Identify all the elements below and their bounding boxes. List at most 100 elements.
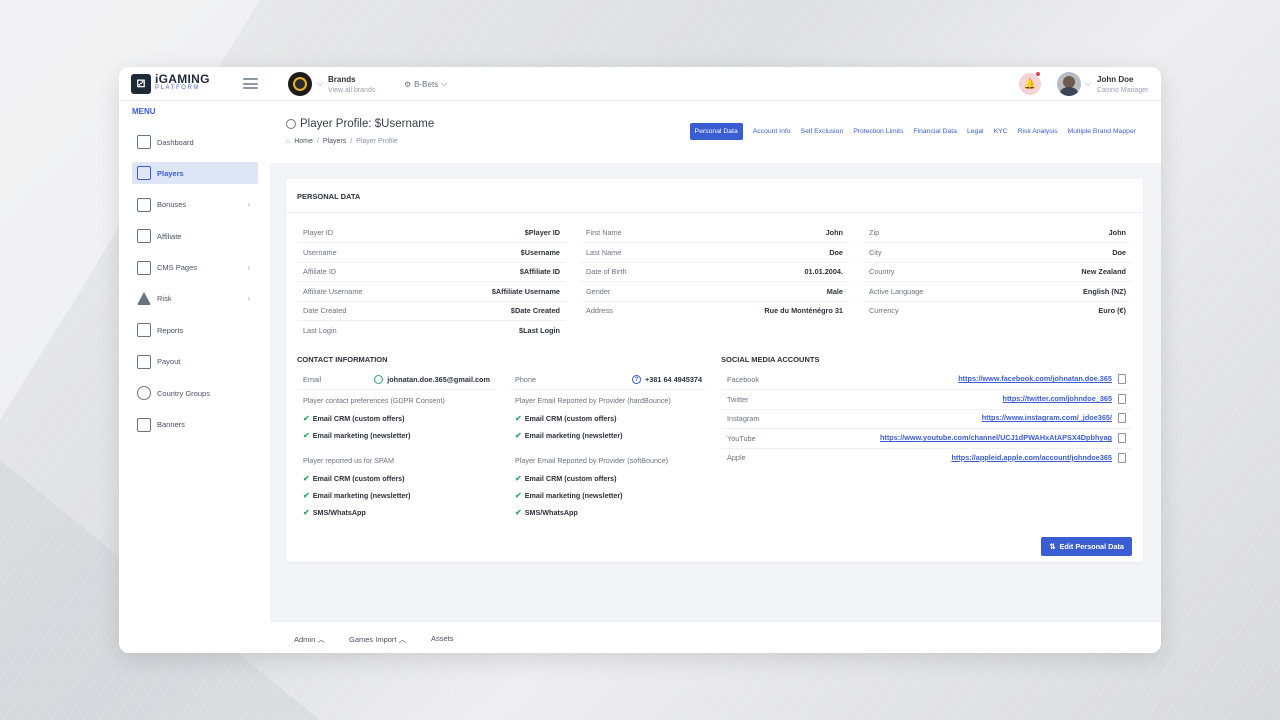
tab-legal[interactable]: Legal: [962, 123, 989, 140]
bbets-label: B-Bets: [414, 79, 439, 89]
sidebar-item-affiliate[interactable]: Affiliate: [132, 225, 258, 247]
avatar[interactable]: [1057, 72, 1081, 96]
field-label: Active Language: [869, 286, 924, 296]
copy-icon[interactable]: [1118, 413, 1126, 424]
personal-data-card: PERSONAL DATA Player ID $Player ID Userna…: [286, 179, 1143, 562]
social-row: Apple https://appleid.apple.com/account/j…: [721, 448, 1132, 468]
field-value: English (NZ): [1083, 286, 1126, 296]
copy-icon[interactable]: [1118, 433, 1126, 444]
check-icon: ✔: [303, 508, 310, 517]
sidebar-item-label: Affiliate: [157, 231, 182, 241]
sidebar-item-players[interactable]: Players: [132, 162, 258, 185]
footer-admin[interactable]: Admin ︿: [294, 634, 325, 645]
data-row: Email johnatan.doe.365@gmail.com: [297, 370, 496, 390]
data-row: Country New Zealand: [863, 262, 1132, 282]
tab-self-exclusion[interactable]: Self Exclusion: [796, 123, 849, 140]
breadcrumb-players[interactable]: Players: [323, 138, 346, 145]
data-row: Phone? +381 64 4945374: [509, 370, 708, 390]
user-name: John Doe: [1097, 75, 1134, 84]
data-row: Username $Username: [297, 243, 566, 263]
field-label: Last Login: [303, 326, 337, 336]
social-link[interactable]: https://twitter.com/johndoe_365: [1003, 394, 1112, 403]
tab-financial-data[interactable]: Financial Data: [908, 123, 961, 140]
app-window: ⚂ iGAMING PLATFORM ⌵ Brands View all bra…: [119, 67, 1161, 653]
sidebar-item-label: CMS Pages: [157, 263, 198, 273]
field-label: Instagram: [727, 413, 760, 423]
sidebar-item-dashboard[interactable]: Dashboard: [132, 131, 258, 153]
brand-subtitle[interactable]: View all brands: [328, 85, 375, 96]
brand-title: Brands: [328, 75, 356, 84]
social-link[interactable]: https://www.youtube.com/channel/UCJ1dPWA…: [880, 433, 1112, 442]
social-link[interactable]: https://www.instagram.com/_jdoe365/: [982, 413, 1112, 422]
data-row: Date of Birth 01.01.2004.: [580, 262, 849, 282]
hamburger-menu-icon[interactable]: [243, 78, 258, 89]
field-value: Euro (€): [1098, 306, 1126, 316]
chevron-down-icon[interactable]: ⌵: [317, 79, 323, 89]
user-menu[interactable]: John Doe Casino Manager: [1097, 74, 1148, 96]
sidebar-item-country-groups[interactable]: Country Groups: [132, 382, 258, 404]
field-value: 01.01.2004.: [804, 266, 843, 276]
sidebar-item-label: Dashboard: [157, 137, 194, 147]
info-icon[interactable]: ?: [631, 375, 641, 385]
chevron-up-icon: ︿: [398, 635, 407, 644]
tab-risk-analysis[interactable]: Risk Analysis: [1013, 123, 1063, 140]
breadcrumb-home[interactable]: Home: [294, 138, 313, 145]
chevron-down-icon[interactable]: ⌵: [1085, 79, 1091, 89]
data-row: Address Rue du Monténégro 31: [580, 301, 849, 321]
sidebar-item-label: Banners: [157, 420, 185, 430]
consent-item: ✔ Email marketing (newsletter): [515, 491, 623, 500]
tab-kyc[interactable]: KYC: [989, 123, 1013, 140]
sidebar-item-payout[interactable]: Payout: [132, 351, 258, 373]
brand-selector[interactable]: Brands View all brands: [328, 74, 375, 96]
page-header: Player Profile: $Username ⌂ Home / Player…: [270, 101, 1161, 163]
copy-icon[interactable]: [1118, 374, 1126, 385]
data-row: Last Name Doe: [580, 243, 849, 263]
sidebar-item-bonuses[interactable]: Bonuses ›: [132, 194, 258, 216]
bbets-selector[interactable]: ⚙ B-Bets ⌵: [404, 79, 447, 89]
verified-icon: [374, 375, 384, 385]
edit-icon: ⇅: [1049, 542, 1056, 551]
logo[interactable]: ⚂ iGAMING PLATFORM: [131, 73, 210, 94]
sidebar-item-reports[interactable]: Reports: [132, 319, 258, 341]
tab-account-info[interactable]: Account Info: [748, 123, 796, 140]
tab-multiple-brand-mapper[interactable]: Multiple Brand Mapper: [1063, 123, 1141, 140]
copy-icon[interactable]: [1118, 394, 1126, 405]
sidebar-item-risk[interactable]: Risk ›: [132, 288, 258, 310]
social-link[interactable]: https://appleid.apple.com/account/johndo…: [951, 453, 1112, 462]
logo-cube-icon: ⚂: [131, 74, 151, 94]
wallet-icon: [137, 354, 151, 369]
breadcrumb: ⌂ Home / Players / Player Profile: [286, 138, 398, 145]
tab-protection-limits[interactable]: Protection Limits: [848, 123, 908, 140]
field-label: Apple: [727, 453, 746, 463]
page-icon: [137, 260, 151, 275]
footer-games-import[interactable]: Games Import ︿: [349, 634, 406, 645]
phone-text: +381 64 4945374: [644, 374, 702, 384]
social-link[interactable]: https://www.facebook.com/johnatan.doe.36…: [958, 374, 1112, 383]
diamond-icon: [137, 197, 151, 212]
field-label: Affiliate Username: [303, 286, 363, 296]
email-value: johnatan.doe.365@gmail.com: [374, 375, 490, 385]
phone-value: ? +381 64 4945374: [631, 374, 702, 385]
footer-assets[interactable]: Assets: [431, 634, 454, 643]
check-icon: ✔: [515, 431, 522, 440]
consent-item: ✔ SMS/WhatsApp: [303, 508, 366, 517]
field-label: Currency: [869, 306, 899, 316]
field-value: Doe: [1112, 247, 1126, 257]
social-heading: SOCIAL MEDIA ACCOUNTS: [721, 355, 820, 364]
data-row: Last Login $Last Login: [297, 321, 566, 341]
edit-personal-data-button[interactable]: ⇅ Edit Personal Data: [1041, 537, 1132, 556]
field-label: Gender: [586, 286, 611, 296]
sidebar-item-cms-pages[interactable]: CMS Pages ›: [132, 257, 258, 279]
data-row: Affiliate ID $Affiliate ID: [297, 262, 566, 282]
consent-item: ✔ Email CRM (custom offers): [515, 474, 617, 483]
copy-icon[interactable]: [1118, 452, 1126, 463]
sidebar-item-banners[interactable]: Banners: [132, 414, 258, 436]
field-value: Doe: [829, 247, 843, 257]
consent-item: ✔ Email CRM (custom offers): [303, 414, 405, 423]
field-value: John: [1108, 227, 1126, 237]
field-value: $Last Login: [519, 326, 560, 336]
tab-personal-data[interactable]: Personal Data: [689, 123, 743, 140]
data-row: Zip John: [863, 223, 1132, 243]
card-heading: PERSONAL DATA: [286, 179, 1143, 213]
brand-avatar[interactable]: [288, 72, 312, 96]
